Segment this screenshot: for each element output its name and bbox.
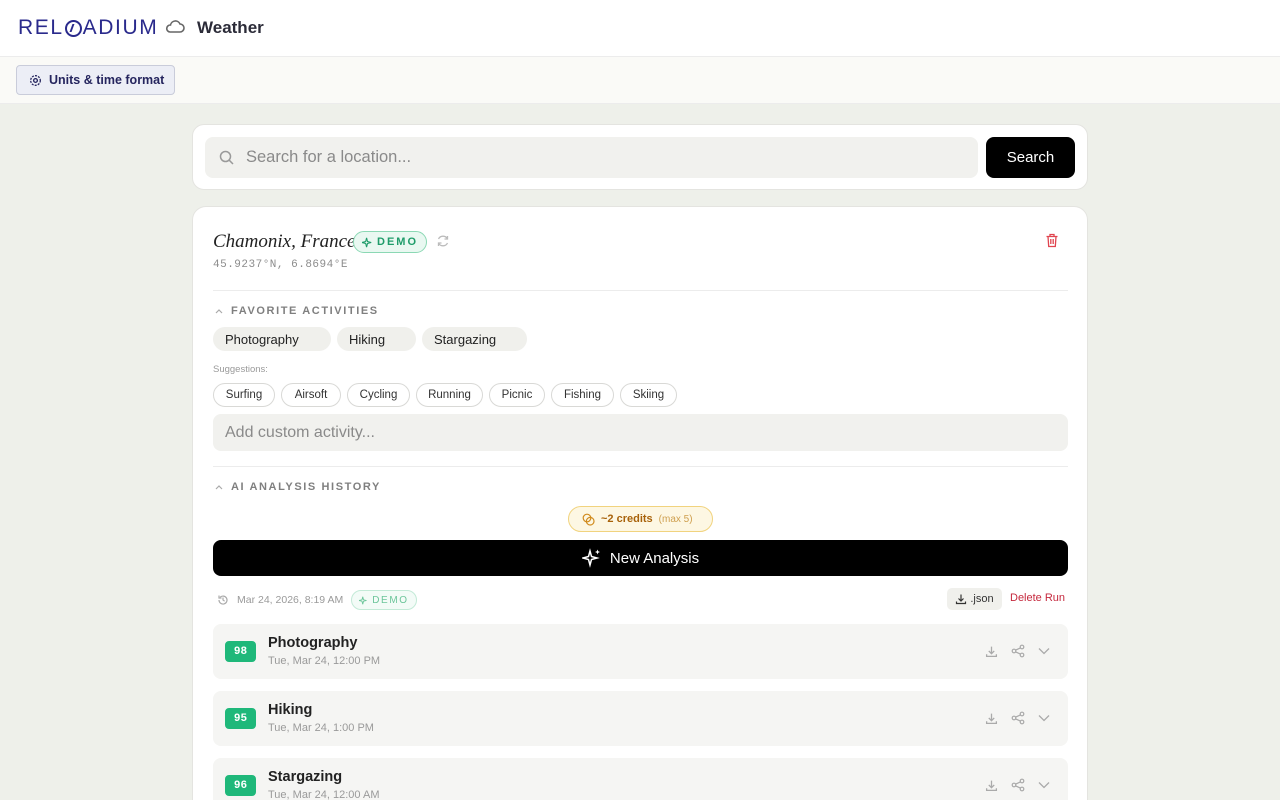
refresh-icon[interactable]	[436, 234, 450, 253]
history-icon	[217, 594, 229, 606]
cloud-icon	[165, 19, 185, 40]
top-bar: REL ADIUM Weather	[0, 0, 1280, 57]
gear-icon	[29, 74, 49, 87]
chevron-down-icon[interactable]	[1038, 781, 1050, 789]
download-icon	[955, 593, 970, 605]
trash-icon[interactable]	[1045, 233, 1059, 253]
share-icon[interactable]	[1011, 778, 1025, 792]
result-row[interactable]: 96 Stargazing Tue, Mar 24, 12:00 AM	[213, 758, 1068, 800]
suggestion-chip[interactable]: Running	[416, 383, 483, 407]
favorite-chip[interactable]: Hiking	[337, 327, 416, 351]
run-timestamp: Mar 24, 2026, 8:19 AM	[237, 594, 344, 606]
score-badge: 96	[225, 775, 256, 796]
suggestions-label: Suggestions:	[213, 364, 268, 375]
sub-bar: Units & time format	[0, 57, 1280, 104]
location-name: Chamonix, France	[213, 231, 356, 252]
chevron-up-icon	[215, 485, 223, 490]
custom-activity-input[interactable]: Add custom activity...	[213, 414, 1068, 451]
run-meta: Mar 24, 2026, 8:19 AM DEMO	[217, 590, 417, 610]
search-placeholder: Search for a location...	[246, 148, 412, 166]
location-card: Chamonix, France DEMO 45.9237°N, 6.8694°…	[192, 206, 1088, 800]
result-row[interactable]: 98 Photography Tue, Mar 24, 12:00 PM	[213, 624, 1068, 679]
units-time-format-button[interactable]: Units & time format	[16, 65, 175, 95]
search-icon	[219, 150, 234, 165]
result-title: Photography	[268, 635, 358, 651]
new-analysis-button[interactable]: New Analysis	[213, 540, 1068, 576]
chevron-down-icon[interactable]	[1038, 714, 1050, 722]
search-button[interactable]: Search	[986, 137, 1075, 178]
divider	[213, 290, 1068, 291]
search-input[interactable]: Search for a location...	[205, 137, 978, 178]
result-time: Tue, Mar 24, 12:00 PM	[268, 655, 381, 667]
result-title: Hiking	[268, 702, 313, 718]
download-icon[interactable]	[985, 779, 998, 792]
ai-analysis-history-toggle[interactable]: AI ANALYSIS HISTORY	[215, 481, 381, 493]
delete-run-link[interactable]: Delete Run	[1010, 592, 1065, 604]
suggestion-chip[interactable]: Picnic	[489, 383, 545, 407]
divider	[213, 466, 1068, 467]
result-title: Stargazing	[268, 769, 343, 785]
chevron-up-icon	[215, 309, 223, 314]
favorite-chip[interactable]: Photography	[213, 327, 331, 351]
score-badge: 98	[225, 641, 256, 662]
result-time: Tue, Mar 24, 1:00 PM	[268, 722, 374, 734]
app-title: Weather	[197, 18, 264, 37]
suggestion-chip[interactable]: Cycling	[347, 383, 410, 407]
score-badge: 95	[225, 708, 256, 729]
result-row[interactable]: 95 Hiking Tue, Mar 24, 1:00 PM	[213, 691, 1068, 746]
brand-logo[interactable]: REL ADIUM	[18, 16, 158, 40]
chevron-down-icon[interactable]	[1038, 647, 1050, 655]
favorite-activities-toggle[interactable]: FAVORITE ACTIVITIES	[215, 305, 379, 317]
search-card: Search for a location... Search	[192, 124, 1088, 190]
coins-icon	[582, 513, 595, 526]
sparkle-icon	[362, 237, 377, 248]
suggestion-chip[interactable]: Skiing	[620, 383, 677, 407]
download-icon[interactable]	[985, 712, 998, 725]
favorite-chip[interactable]: Stargazing	[422, 327, 527, 351]
location-coordinates: 45.9237°N, 6.8694°E	[213, 259, 348, 271]
share-icon[interactable]	[1011, 644, 1025, 658]
demo-badge: DEMO	[353, 231, 427, 253]
units-label: Units & time format	[49, 73, 165, 87]
share-icon[interactable]	[1011, 711, 1025, 725]
result-time: Tue, Mar 24, 12:00 AM	[268, 789, 380, 800]
suggestion-chip[interactable]: Surfing	[213, 383, 275, 407]
suggestion-chip[interactable]: Fishing	[551, 383, 614, 407]
download-icon[interactable]	[985, 645, 998, 658]
sparkles-icon	[581, 548, 610, 568]
run-demo-badge: DEMO	[351, 590, 417, 610]
download-json-button[interactable]: .json	[947, 588, 1002, 610]
sparkle-icon	[359, 596, 367, 604]
credits-badge: ~2 credits (max 5)	[568, 506, 713, 532]
suggestion-chip[interactable]: Airsoft	[281, 383, 341, 407]
